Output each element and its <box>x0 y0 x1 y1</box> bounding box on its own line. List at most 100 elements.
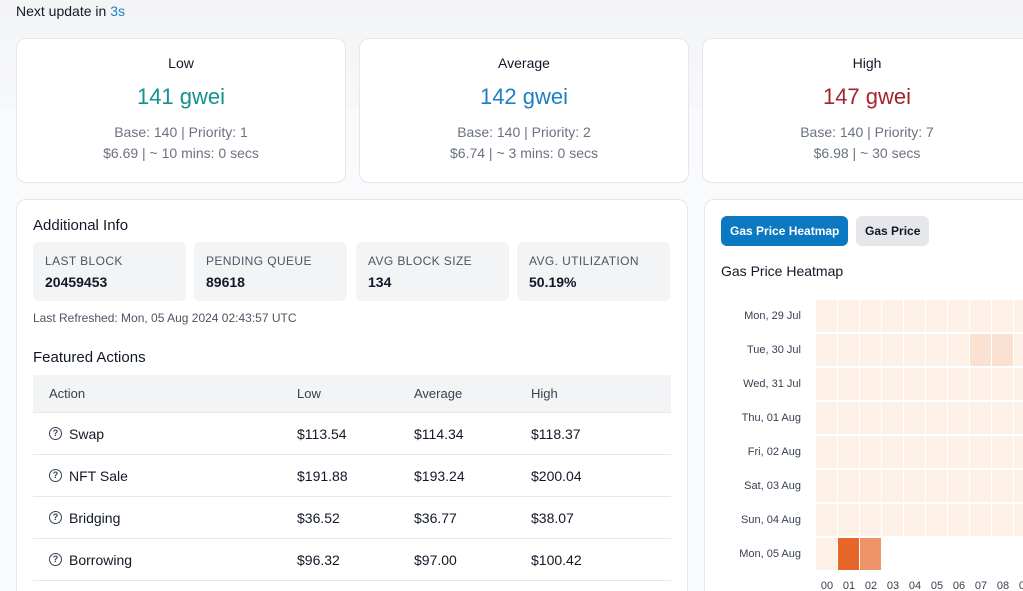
heatmap-cell[interactable] <box>926 334 947 366</box>
heatmap-cell[interactable] <box>860 470 881 502</box>
heatmap-cell[interactable] <box>904 334 925 366</box>
heatmap-cell[interactable] <box>970 368 991 400</box>
heatmap-cell[interactable] <box>838 368 859 400</box>
heatmap-cell[interactable] <box>1014 504 1023 536</box>
heatmap-cell[interactable] <box>948 504 969 536</box>
heatmap-cell[interactable] <box>926 368 947 400</box>
action-name: NFT Sale <box>69 467 128 484</box>
heatmap-cell[interactable] <box>882 504 903 536</box>
heatmap-cell[interactable] <box>904 436 925 468</box>
heatmap-cell[interactable] <box>970 504 991 536</box>
heatmap-cell[interactable] <box>816 470 837 502</box>
heatmap-cell[interactable] <box>838 402 859 434</box>
stat-key: LAST BLOCK <box>45 254 123 268</box>
heatmap-cell[interactable] <box>882 368 903 400</box>
heatmap-cell[interactable] <box>926 300 947 332</box>
help-icon[interactable]: ? <box>49 427 62 440</box>
table-row: ? Swap $113.54 $114.34 $118.37 <box>33 413 671 455</box>
heatmap-cell[interactable] <box>838 470 859 502</box>
heatmap-cell[interactable] <box>992 368 1013 400</box>
heatmap-cell[interactable] <box>1014 300 1023 332</box>
heatmap-cell[interactable] <box>948 334 969 366</box>
heatmap-cell[interactable] <box>860 504 881 536</box>
heatmap-cell[interactable] <box>838 538 859 570</box>
heatmap-cell[interactable] <box>882 436 903 468</box>
action-high-cost: $200.04 <box>531 467 582 484</box>
heatmap-cell[interactable] <box>926 436 947 468</box>
gas-price-heatmap-card: Gas Price Heatmap Gas Price Gas Price He… <box>704 199 1023 591</box>
stat-avg-utilization: AVG. UTILIZATION 50.19% <box>517 242 670 301</box>
heatmap-cell[interactable] <box>926 470 947 502</box>
heatmap-cell[interactable] <box>1014 470 1023 502</box>
stat-last-block: LAST BLOCK 20459453 <box>33 242 186 301</box>
heatmap-cell[interactable] <box>904 402 925 434</box>
heatmap-cell[interactable] <box>992 300 1013 332</box>
help-icon[interactable]: ? <box>49 553 62 566</box>
heatmap-cell[interactable] <box>860 334 881 366</box>
help-icon[interactable]: ? <box>49 511 62 524</box>
heatmap-cell[interactable] <box>948 402 969 434</box>
heatmap-cell[interactable] <box>926 402 947 434</box>
tab-gas-price-heatmap[interactable]: Gas Price Heatmap <box>721 216 849 246</box>
heatmap-cell[interactable] <box>992 334 1013 366</box>
heatmap-cell[interactable] <box>948 470 969 502</box>
heatmap-cell[interactable] <box>860 368 881 400</box>
heatmap-cell[interactable] <box>838 300 859 332</box>
heatmap-cell[interactable] <box>816 300 837 332</box>
heatmap-cell[interactable] <box>926 504 947 536</box>
heatmap-cell[interactable] <box>970 436 991 468</box>
heatmap-cell[interactable] <box>948 436 969 468</box>
heatmap-cell[interactable] <box>882 470 903 502</box>
heatmap-cell[interactable] <box>816 504 837 536</box>
heatmap-cell[interactable] <box>1014 334 1023 366</box>
help-icon[interactable]: ? <box>49 469 62 482</box>
last-refreshed-text: Last Refreshed: Mon, 05 Aug 2024 02:43:5… <box>33 311 297 325</box>
heatmap-cell[interactable] <box>992 504 1013 536</box>
heatmap-cell[interactable] <box>1014 368 1023 400</box>
next-update-countdown: 3s <box>110 3 125 19</box>
heatmap-cell[interactable] <box>1014 436 1023 468</box>
gas-card-low: Low 141 gwei Base: 140 | Priority: 1 $6.… <box>16 38 346 183</box>
gas-card-cost-time: $6.98 | ~ 30 secs <box>813 145 921 161</box>
heatmap-cell[interactable] <box>904 300 925 332</box>
heatmap-cell[interactable] <box>904 470 925 502</box>
heatmap-x-label: 04 <box>908 580 922 591</box>
heatmap-y-label: Mon, 29 Jul <box>744 310 801 322</box>
table-row: ? Bridging $36.52 $36.77 $38.07 <box>33 497 671 539</box>
heatmap-cell[interactable] <box>816 368 837 400</box>
heatmap-cell[interactable] <box>838 504 859 536</box>
heatmap-cell[interactable] <box>882 334 903 366</box>
heatmap-cell[interactable] <box>816 538 837 570</box>
heatmap-cell[interactable] <box>860 402 881 434</box>
heatmap-cell[interactable] <box>970 300 991 332</box>
heatmap-cell[interactable] <box>970 402 991 434</box>
heatmap-cell[interactable] <box>992 436 1013 468</box>
heatmap-cell[interactable] <box>816 436 837 468</box>
heatmap-cell[interactable] <box>860 300 881 332</box>
heatmap-cell[interactable] <box>970 470 991 502</box>
heatmap-cell[interactable] <box>816 402 837 434</box>
tab-gas-price[interactable]: Gas Price <box>856 216 930 246</box>
action-average-cost: $193.24 <box>414 467 465 484</box>
heatmap-cell[interactable] <box>816 334 837 366</box>
heatmap-y-label: Fri, 02 Aug <box>747 446 801 458</box>
gas-card-base-priority: Base: 140 | Priority: 1 <box>114 124 248 140</box>
heatmap-cell[interactable] <box>904 504 925 536</box>
heatmap-cell[interactable] <box>992 402 1013 434</box>
heatmap-y-label: Sun, 04 Aug <box>741 514 801 526</box>
heatmap-cell[interactable] <box>1014 402 1023 434</box>
heatmap-cell[interactable] <box>904 368 925 400</box>
heatmap-cell[interactable] <box>838 436 859 468</box>
featured-actions-table: Action Low Average High ? Swap $113.54 $1… <box>33 375 671 581</box>
heatmap-cell[interactable] <box>860 538 881 570</box>
heatmap-cell[interactable] <box>882 402 903 434</box>
heatmap-x-label: 09 <box>1018 580 1023 591</box>
heatmap-cell[interactable] <box>948 368 969 400</box>
heatmap-cell[interactable] <box>948 300 969 332</box>
heatmap-cell[interactable] <box>860 436 881 468</box>
column-header-high: High <box>531 386 558 401</box>
heatmap-cell[interactable] <box>970 334 991 366</box>
heatmap-cell[interactable] <box>882 300 903 332</box>
heatmap-cell[interactable] <box>838 334 859 366</box>
heatmap-cell[interactable] <box>992 470 1013 502</box>
